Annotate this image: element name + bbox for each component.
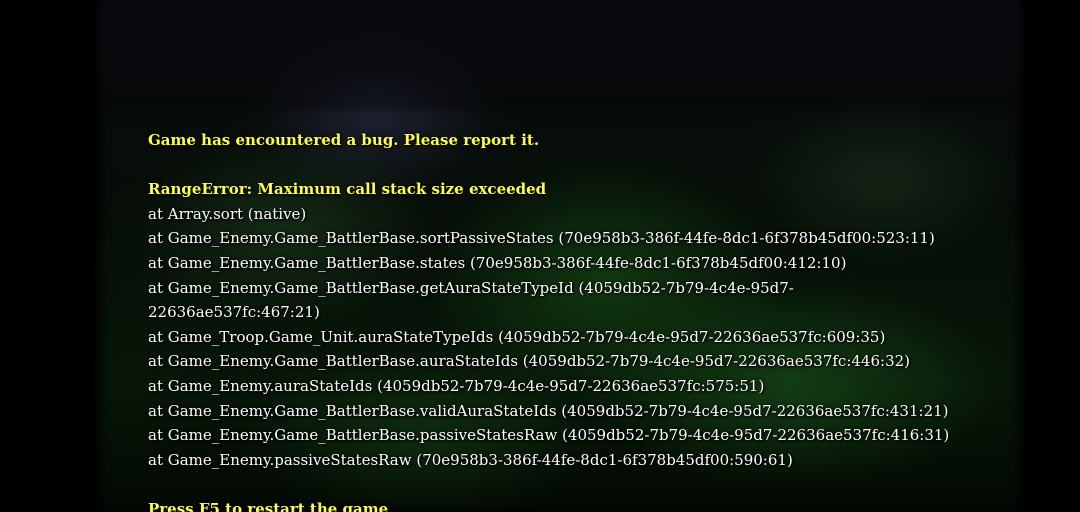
stack-trace-line: at Game_Enemy.passiveStatesRaw (70e958b3… <box>148 450 793 469</box>
stack-trace-line: at Game_Troop.Game_Unit.auraStateTypeIds… <box>148 327 886 346</box>
error-message: RangeError: Maximum call stack size exce… <box>148 180 547 199</box>
stack-trace-line: at Game_Enemy.Game_BattlerBase.validAura… <box>148 401 949 420</box>
stack-trace-line: at Array.sort (native) <box>148 204 307 223</box>
stack-trace-line: at Game_Enemy.Game_BattlerBase.auraState… <box>148 352 911 371</box>
error-panel: Game has encountered a bug. Please repor… <box>148 128 1048 512</box>
stack-trace-line: at Game_Enemy.auraStateIds (4059db52-7b7… <box>148 376 765 395</box>
restart-hint: Press F5 to restart the game <box>148 499 389 512</box>
error-header: Game has encountered a bug. Please repor… <box>148 131 540 149</box>
stack-trace-line: at Game_Enemy.Game_BattlerBase.getAuraSt… <box>148 278 794 322</box>
stack-trace-line: at Game_Enemy.Game_BattlerBase.passiveSt… <box>148 426 950 445</box>
stack-trace-line: at Game_Enemy.Game_BattlerBase.states (7… <box>148 253 847 272</box>
game-screen: Game has encountered a bug. Please repor… <box>0 0 1080 512</box>
stack-trace-line: at Game_Enemy.Game_BattlerBase.sortPassi… <box>148 229 935 248</box>
